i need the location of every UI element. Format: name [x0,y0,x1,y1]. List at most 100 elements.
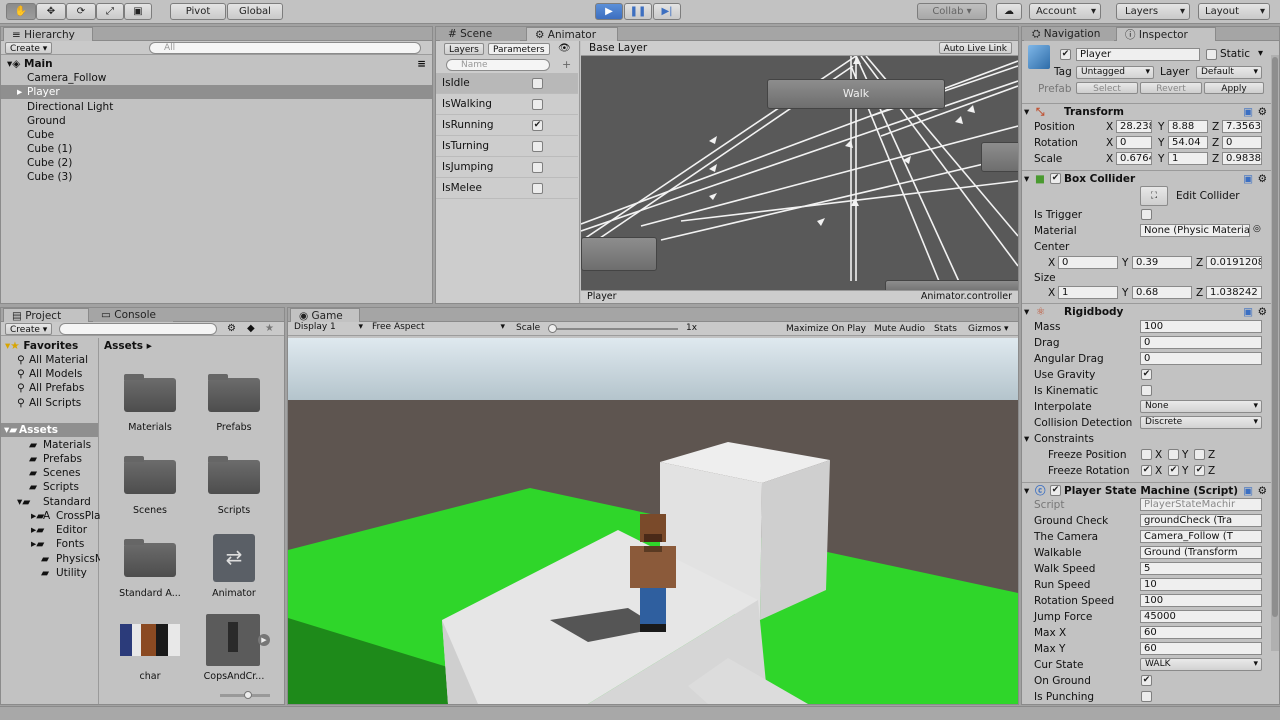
animator-controller-icon[interactable]: ⇄ [213,534,255,582]
zoom-slider[interactable] [220,691,270,699]
tree-item[interactable]: ▾▰ Standard A [1,495,98,522]
create-button[interactable]: Create ▾ [5,323,53,335]
tag-dropdown[interactable]: Untagged [1076,66,1154,79]
parameter-checkbox[interactable] [532,183,543,194]
folder-icon[interactable] [124,456,176,494]
help-icon[interactable]: ▣ [1243,304,1253,320]
freeze-pos-z-checkbox[interactable] [1194,449,1205,460]
rotate-tool-button[interactable]: ⟳ [66,3,96,20]
state-node[interactable] [885,280,1018,290]
edit-collider-button[interactable]: ⛶ [1140,186,1168,206]
play-button[interactable]: ▶ [595,3,623,20]
game-viewport[interactable] [288,338,1018,704]
cloud-button[interactable]: ☁ [996,3,1022,20]
layout-dropdown[interactable]: Layout ▾ [1198,3,1270,20]
filter-label-icon[interactable]: ◆ [247,323,255,334]
breadcrumb[interactable]: Base Layer [589,42,647,54]
star-icon[interactable]: ★ [265,323,274,334]
state-node[interactable] [981,142,1018,172]
tab-scene[interactable]: # Scene [440,27,520,41]
size-x-field[interactable]: 1 [1058,286,1118,299]
component-enabled-checkbox[interactable]: ✔ [1050,485,1061,496]
parameter-row[interactable]: IsWalking [436,94,578,115]
favorites-item[interactable]: ⚲ All Prefabs [1,381,98,395]
hierarchy-search-input[interactable]: All [149,42,421,54]
freeze-rot-y-checkbox[interactable]: ✔ [1168,465,1179,476]
expand-icon[interactable]: ▶ [258,634,270,646]
stats-button[interactable]: Stats [930,323,961,335]
static-checkbox[interactable] [1206,49,1217,60]
favorites-header[interactable]: ▾★ Favorites [1,339,98,353]
hierarchy-item[interactable]: Ground [1,114,432,128]
display-dropdown[interactable]: Display 1 [290,322,366,335]
ground-check-field[interactable]: groundCheck (Tra [1140,514,1262,527]
rotation-speed-field[interactable]: 100 [1140,594,1262,607]
parameter-row[interactable]: IsTurning [436,136,578,157]
asset-breadcrumb[interactable]: Assets ▸ [104,340,152,352]
hierarchy-item[interactable]: Directional Light [1,100,432,114]
object-picker-icon[interactable]: ◎ [1253,224,1261,234]
position-y-field[interactable]: 8.88 [1168,120,1208,133]
parameter-checkbox[interactable] [532,78,543,89]
layers-tab[interactable]: Layers [444,43,484,55]
tree-item[interactable]: ▰ Scripts [1,480,98,494]
menu-icon[interactable]: ≡ [417,57,426,71]
help-icon[interactable]: ▣ [1243,104,1253,120]
drag-field[interactable]: 0 [1140,336,1262,349]
tree-item[interactable]: ▸▰ Editor [1,523,98,537]
settings-gear-icon[interactable]: ⚙ [1258,304,1267,320]
tab-inspector[interactable]: ⓘ Inspector [1116,27,1216,41]
jump-force-field[interactable]: 45000 [1140,610,1262,623]
on-ground-checkbox[interactable]: ✔ [1141,675,1152,686]
layer-dropdown[interactable]: Default [1196,66,1262,79]
expand-arrow-icon[interactable]: ▸ [17,85,22,99]
size-y-field[interactable]: 0.68 [1132,286,1192,299]
is-punching-checkbox[interactable] [1141,691,1152,702]
collapse-arrow-icon[interactable]: ▾ [1024,433,1029,445]
parameter-checkbox[interactable]: ✔ [532,120,543,131]
interpolate-dropdown[interactable]: None [1140,400,1262,413]
move-tool-button[interactable]: ✥ [36,3,66,20]
auto-live-link-button[interactable]: Auto Live Link [938,42,1012,54]
rotation-x-field[interactable]: 0 [1116,136,1152,149]
animator-graph[interactable]: Walk [581,56,1018,290]
tab-console[interactable]: ▭ Console [93,308,173,322]
pause-button[interactable]: ❚❚ [624,3,652,20]
chevron-down-icon[interactable]: ▾ [1258,48,1263,59]
center-y-field[interactable]: 0.39 [1132,256,1192,269]
angular-drag-field[interactable]: 0 [1140,352,1262,365]
rotation-y-field[interactable]: 54.04 [1168,136,1208,149]
walkable-field[interactable]: Ground (Transform [1140,546,1262,559]
parameter-search-input[interactable]: Name [446,59,550,71]
center-z-field[interactable]: 0.0191208 [1206,256,1262,269]
parameter-row[interactable]: IsRunning ✔ [436,115,578,136]
hierarchy-item[interactable]: Cube (3) [1,170,432,184]
parameter-row[interactable]: IsIdle [436,73,578,94]
tree-item[interactable]: ▸▰ Fonts [1,537,98,551]
mute-audio-button[interactable]: Mute Audio [870,323,929,335]
tab-project[interactable]: ▤ Project [3,308,89,322]
step-button[interactable]: ▶| [653,3,681,20]
favorites-item[interactable]: ⚲ All Material [1,353,98,367]
center-x-field[interactable]: 0 [1058,256,1118,269]
scale-z-field[interactable]: 0.9838 [1222,152,1262,165]
collab-button[interactable]: Collab ▾ [917,3,987,20]
eye-icon[interactable]: 👁 [558,43,571,54]
folder-icon[interactable] [124,539,176,577]
tab-game[interactable]: ◉ Game [290,308,360,322]
settings-gear-icon[interactable]: ⚙ [1258,171,1267,187]
tab-navigation[interactable]: ⛭ Navigation [1024,27,1114,41]
settings-gear-icon[interactable]: ⚙ [1258,483,1267,499]
account-dropdown[interactable]: Account ▾ [1029,3,1101,20]
size-z-field[interactable]: 1.038242 [1206,286,1262,299]
freeze-rot-x-checkbox[interactable]: ✔ [1141,465,1152,476]
is-kinematic-checkbox[interactable] [1141,385,1152,396]
parameters-tab[interactable]: Parameters [488,43,550,55]
rotation-z-field[interactable]: 0 [1222,136,1262,149]
hierarchy-item[interactable]: Cube (1) [1,142,432,156]
mass-field[interactable]: 100 [1140,320,1262,333]
parameter-checkbox[interactable] [532,141,543,152]
gizmos-dropdown[interactable]: Gizmos ▾ [964,323,1013,335]
parameter-row[interactable]: IsMelee [436,178,578,199]
box-collider-header[interactable]: ▾ ■ ✔ Box Collider ▣ ⚙ [1022,170,1271,186]
